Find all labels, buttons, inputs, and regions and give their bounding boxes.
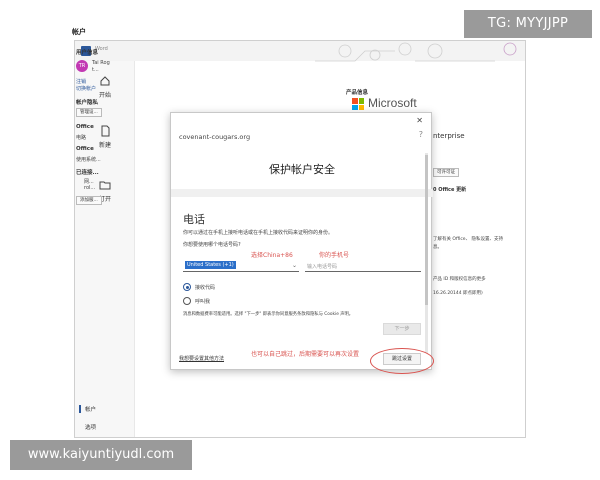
user-email: t...: [92, 67, 99, 73]
page-title: 帐户: [72, 28, 86, 36]
radio-call-me[interactable]: [183, 297, 191, 305]
office-theme-value[interactable]: 使用系统...: [76, 156, 101, 163]
privacy-heading: 帐户隐私: [76, 100, 99, 106]
enterprise-label: nterprise: [433, 132, 465, 140]
scrollbar-thumb[interactable]: [425, 155, 428, 305]
radio-call-me-label: 呼叫我: [195, 299, 211, 305]
rates-notice: 消息和数据费率可能适用。选择 "下一步" 即表示你同意服务条款和隐私与 Cook…: [183, 312, 354, 317]
new-document-icon: [101, 125, 110, 137]
next-button[interactable]: 下一步: [383, 323, 421, 335]
backstage-nav: 开始 新建 打开 帐户 选项: [75, 61, 135, 437]
switch-account-link[interactable]: 切换帐户: [76, 85, 96, 92]
decorative-circuit-icon: [315, 42, 517, 62]
user-info-heading: 用户信息: [76, 50, 99, 56]
manage-settings-button[interactable]: 管理设...: [76, 108, 102, 117]
nav-options[interactable]: 选项: [85, 423, 96, 431]
product-id-text: 产品 ID 和版权信息的更多: [433, 277, 486, 282]
home-icon: [100, 76, 110, 86]
annotation-circle: [370, 348, 434, 374]
phone-placeholder: 输入电话号码: [307, 264, 338, 270]
office-bg-value[interactable]: 电路: [76, 134, 86, 141]
watermark-top: TG: MYYJJPP: [464, 10, 592, 38]
country-select[interactable]: United States (+1) ⌄: [183, 260, 299, 272]
title-bar: Word: [75, 41, 525, 62]
connected-sub: rol...: [84, 185, 96, 191]
microsoft-wordmark: Microsoft: [368, 96, 417, 110]
add-service-button[interactable]: 添加服...: [76, 196, 102, 205]
nav-new-label: 新建: [98, 142, 111, 149]
phone-section-title: 电话: [183, 213, 205, 226]
annotation-phone: 你的手机号: [319, 252, 350, 259]
phone-question: 你想要使用哪个电话号码?: [183, 242, 241, 248]
signout-link[interactable]: 注销: [76, 78, 86, 85]
phone-number-input[interactable]: 输入电话号码: [305, 260, 421, 272]
license-button[interactable]: 可许可证: [433, 168, 459, 177]
protect-account-dialog: ✕ covenant-cougars.org ? 保护帐户安全 电话 你可以通过…: [170, 112, 433, 370]
radio-receive-code[interactable]: [183, 283, 191, 291]
office-theme-label: Office: [76, 146, 94, 152]
country-select-value: United States (+1): [185, 261, 236, 269]
about-text: 了解有关 Office、 隐私设置、支持: [433, 237, 503, 242]
annotation-country: 选择China+86: [251, 252, 293, 259]
dialog-divider: [171, 189, 433, 197]
dialog-title: 保护帐户安全: [269, 163, 335, 176]
nav-account[interactable]: 帐户: [79, 405, 96, 413]
avatar: TR: [76, 60, 88, 72]
radio-receive-code-label: 接收代码: [195, 285, 216, 291]
alternate-method-link[interactable]: 我想要设置其他方法: [179, 355, 224, 362]
close-icon[interactable]: ✕: [416, 116, 423, 125]
screenshot-stage: Word 开始 新建 打开 帐户 选项 帐户 用户信息 TR Tai Rog t…: [0, 0, 600, 480]
office-update-label: 0 Office 更新: [433, 187, 467, 193]
watermark-bottom: www.kaiyuntiyudl.com: [10, 440, 192, 470]
user-name: Tai Rog: [92, 60, 110, 66]
microsoft-logo-icon: [352, 98, 364, 110]
version-text: 16.26.20144 即点即用): [433, 291, 483, 296]
phone-description: 你可以通过在手机上接听电话或在手机上接收代码来证明你的身份。: [183, 230, 334, 236]
folder-icon: [99, 181, 111, 190]
annotation-skip: 也可以自己跳过，后期需要可以再次设置: [251, 351, 360, 358]
about-text-2: 息。: [433, 245, 442, 250]
dialog-scrollbar[interactable]: [425, 153, 428, 353]
connected-heading: 已连接...: [76, 170, 99, 176]
help-icon[interactable]: ?: [419, 130, 423, 139]
chevron-down-icon: ⌄: [291, 262, 297, 269]
nav-home-label: 开始: [98, 92, 111, 99]
product-heading: 产品信息: [346, 90, 369, 96]
connected-item: 网...: [84, 179, 94, 185]
office-bg-label: Office: [76, 124, 94, 130]
tenant-domain: covenant-cougars.org: [179, 133, 251, 141]
